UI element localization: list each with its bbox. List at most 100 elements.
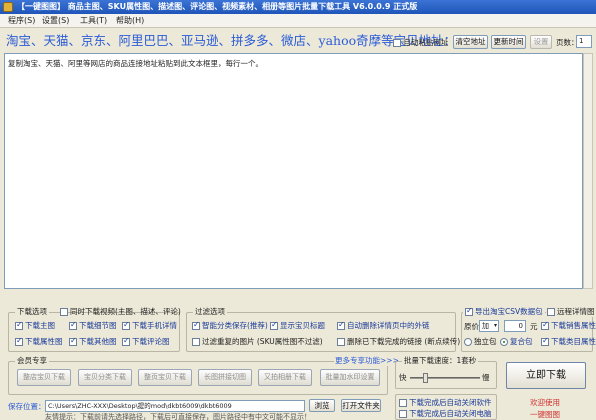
browse-button[interactable]: 浏览 <box>309 399 335 412</box>
sales-attr-option[interactable]: 下载销售属性 <box>541 320 596 331</box>
app-icon <box>3 2 13 12</box>
speed-title: 批量下载速度：1套秒 <box>402 356 479 366</box>
shutdown-checkbox[interactable] <box>399 410 407 418</box>
download-now-button[interactable]: 立即下载 <box>506 362 586 389</box>
menu-help[interactable]: 帮助(H) <box>116 15 144 27</box>
download-mobile-detail-option[interactable]: 下载手机详情 <box>122 320 177 331</box>
download-detail-image-option[interactable]: 下载细节图 <box>69 320 117 331</box>
download-detail-image-checkbox[interactable] <box>69 320 77 330</box>
download-attribute-image-option[interactable]: 下载属性图 <box>15 336 63 347</box>
delete-finished-checkbox[interactable] <box>337 338 345 346</box>
sync-video-checkbox[interactable] <box>60 308 68 316</box>
smart-category-checkbox[interactable] <box>192 320 200 330</box>
download-detail-image-label: 下载细节图 <box>79 321 117 330</box>
close-soft-label: 下载完成后自动关闭软件 <box>409 398 492 407</box>
sync-video-label: 同时下载视频(主图、描述、评论) <box>70 307 181 316</box>
auto-paste-checkbox[interactable] <box>393 39 401 47</box>
sync-video-option[interactable]: 同时下载视频(主图、描述、评论) <box>60 307 181 317</box>
download-attribute-image-checkbox[interactable] <box>15 336 23 346</box>
delete-finished-label: 删除已下载完成的链接 (断点续传) <box>347 337 461 346</box>
sales-attr-label: 下载销售属性 <box>551 321 596 330</box>
save-path-value: C:\Users\ZHC-XXX\Desktop\提的mod\dkbt6009\… <box>48 402 232 410</box>
remote-detail-checkbox[interactable] <box>547 308 555 316</box>
remove-outlinks-option[interactable]: 自动删除详情页中的外链 <box>337 320 430 331</box>
chevron-down-icon: ▾ <box>493 322 497 329</box>
page-download-button[interactable]: 整页宝贝下载 <box>138 369 192 386</box>
delete-finished-option[interactable]: 删除已下载完成的链接 (断点续传) <box>337 337 460 347</box>
price-operator-select[interactable]: 加 ▾ <box>479 320 499 332</box>
menu-tools[interactable]: 工具(T) <box>80 15 107 27</box>
auto-paste-label: 自动粘贴网址 <box>403 38 449 47</box>
download-review-image-option[interactable]: 下载评论图 <box>122 336 170 347</box>
brand-text: 一键图图 <box>530 410 560 419</box>
merge-package-option[interactable]: 复合包 <box>500 337 533 347</box>
remove-outlinks-label: 自动删除详情页中的外链 <box>347 321 430 330</box>
download-other-image-checkbox[interactable] <box>69 336 77 346</box>
album-download-button[interactable]: 又拍相册下载 <box>258 369 312 386</box>
merge-package-label: 复合包 <box>510 337 533 346</box>
auto-paste-option[interactable]: 自动粘贴网址 <box>393 38 448 48</box>
close-soft-checkbox[interactable] <box>399 399 407 407</box>
category-download-button[interactable]: 宝贝分类下载 <box>78 369 132 386</box>
long-image-button[interactable]: 长图拼接切图 <box>198 369 252 386</box>
title-bar: 【一键图图】 商品主图、SKU属性图、描述图、评论图、视频素材、相册等图片批量下… <box>0 0 596 14</box>
speed-slow-label: 慢 <box>482 373 490 382</box>
download-other-image-option[interactable]: 下载其他图 <box>69 336 117 347</box>
clear-address-button[interactable]: 清空地址 <box>453 35 488 49</box>
menu-settings[interactable]: 设置(S) <box>42 15 69 27</box>
remove-outlinks-checkbox[interactable] <box>337 320 345 330</box>
download-main-image-checkbox[interactable] <box>15 320 23 330</box>
save-path-input[interactable]: C:\Users\ZHC-XXX\Desktop\提的mod\dkbt6009\… <box>45 400 305 412</box>
welcome-text: 欢迎使用 <box>530 398 560 407</box>
smart-category-label: 智能分类保存(推荐) <box>202 321 268 330</box>
watermark-settings-button[interactable]: 批量加水印设置 <box>320 369 380 386</box>
update-time-button[interactable]: 更新时间 <box>491 35 526 49</box>
export-csv-option[interactable]: 导出淘宝CSV数据包 <box>463 306 545 317</box>
price-unit: 元 <box>530 322 538 331</box>
smart-category-option[interactable]: 智能分类保存(推荐) <box>192 320 268 331</box>
menu-program[interactable]: 程序(S) <box>8 15 35 27</box>
shutdown-label: 下载完成后自动关闭电脑 <box>409 409 492 418</box>
close-soft-option[interactable]: 下载完成后自动关闭软件 <box>399 398 492 408</box>
speed-fast-label: 快 <box>399 373 407 382</box>
download-review-image-checkbox[interactable] <box>122 336 130 346</box>
filter-duplicate-checkbox[interactable] <box>192 338 200 346</box>
download-options-title: 下载选项 <box>15 307 49 317</box>
show-title-checkbox[interactable] <box>270 320 278 330</box>
open-folder-button[interactable]: 打开文件夹 <box>341 399 381 412</box>
shop-download-button[interactable]: 整店宝贝下载 <box>17 369 71 386</box>
speed-slider-thumb[interactable] <box>423 373 428 383</box>
speed-slider-track[interactable] <box>410 373 480 383</box>
export-csv-label: 导出淘宝CSV数据包 <box>475 307 543 316</box>
price-value-input[interactable]: 0 <box>504 320 526 332</box>
save-location-label: 保存位置： <box>8 402 46 411</box>
export-csv-checkbox[interactable] <box>465 306 473 316</box>
member-title: 会员专享 <box>15 356 49 366</box>
download-mobile-detail-checkbox[interactable] <box>122 320 130 330</box>
url-textarea-hint: 复制淘宝、天猫、阿里等网店的商品连接地址粘贴到此文本框里，每行一个。 <box>8 59 263 68</box>
url-textarea-scrollbar[interactable] <box>583 53 593 289</box>
filter-duplicate-option[interactable]: 过滤重复的图片 (SKU属性图不过滤) <box>192 337 323 347</box>
filter-options-title: 过滤选项 <box>193 307 227 317</box>
shutdown-option[interactable]: 下载完成后自动关闭电脑 <box>399 409 492 419</box>
class-attr-option[interactable]: 下载类目属性 <box>541 336 596 347</box>
download-mobile-detail-label: 下载手机详情 <box>132 321 177 330</box>
class-attr-checkbox[interactable] <box>541 336 549 346</box>
menu-bar: 程序(S) 设置(S) 工具(T) 帮助(H) <box>0 14 596 28</box>
download-main-image-label: 下载主图 <box>25 321 55 330</box>
more-features-link[interactable]: 更多专享功能>>> <box>334 356 400 366</box>
settings-button[interactable]: 设置 <box>530 35 552 49</box>
merge-package-radio[interactable] <box>500 338 508 346</box>
show-title-label: 显示宝贝标题 <box>280 321 325 330</box>
single-package-radio[interactable] <box>464 338 472 346</box>
download-other-image-label: 下载其他图 <box>79 337 117 346</box>
remote-detail-option[interactable]: 远程详情图 <box>546 307 596 317</box>
sales-attr-checkbox[interactable] <box>541 320 549 330</box>
show-title-option[interactable]: 显示宝贝标题 <box>270 320 325 331</box>
class-attr-label: 下载类目属性 <box>551 337 596 346</box>
url-textarea[interactable]: 复制淘宝、天猫、阿里等网店的商品连接地址粘贴到此文本框里，每行一个。 <box>4 53 583 289</box>
download-main-image-option[interactable]: 下载主图 <box>15 320 55 331</box>
single-package-option[interactable]: 独立包 <box>464 337 497 347</box>
page-count-input[interactable]: 1 <box>576 35 592 48</box>
tip-text: 友情提示：下载前请先选择路径，下载后可直接保存，图片路径中有中文可能不显示！ <box>45 413 311 420</box>
